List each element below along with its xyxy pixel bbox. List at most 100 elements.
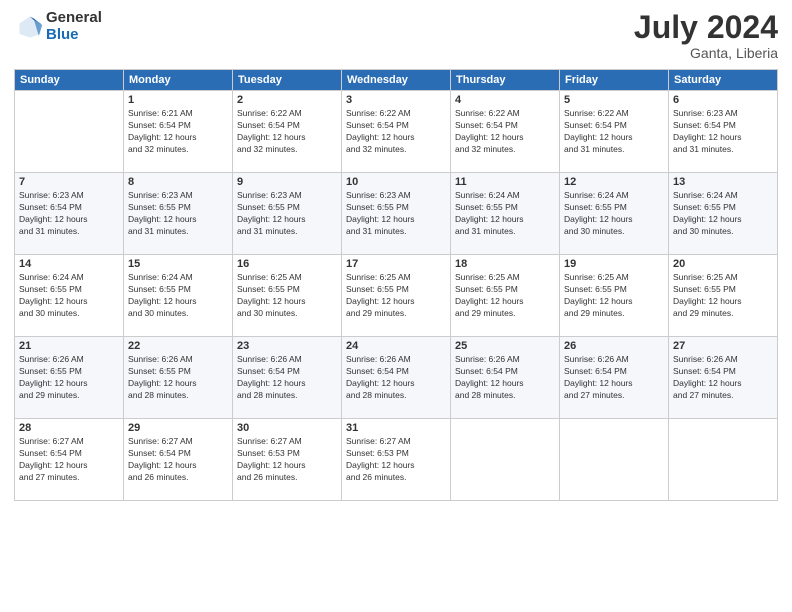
day-number: 28: [19, 422, 119, 434]
day-info: Sunrise: 6:25 AM Sunset: 6:55 PM Dayligh…: [564, 272, 664, 320]
calendar-cell: 15 Sunrise: 6:24 AM Sunset: 6:55 PM Dayli…: [124, 255, 233, 337]
day-info: Sunrise: 6:23 AM Sunset: 6:55 PM Dayligh…: [346, 190, 446, 238]
calendar-cell: 30Sunrise: 6:27 AM Sunset: 6:53 PM Dayli…: [233, 419, 342, 501]
location: Ganta, Liberia: [634, 45, 778, 61]
day-info: Sunrise: 6:24 AM Sunset: 6:55 PM Dayligh…: [19, 272, 119, 320]
col-header-tuesday: Tuesday: [233, 70, 342, 91]
calendar-cell: 23 Sunrise: 6:26 AM Sunset: 6:54 PM Dayli…: [233, 337, 342, 419]
calendar-cell: [560, 419, 669, 501]
day-number: 16: [237, 258, 337, 270]
day-number: 12: [564, 176, 664, 188]
logo: General Blue: [14, 10, 102, 43]
day-number: 14: [19, 258, 119, 270]
calendar-cell: 4 Sunrise: 6:22 AM Sunset: 6:54 PM Daylig…: [451, 91, 560, 173]
calendar-cell: 26 Sunrise: 6:26 AM Sunset: 6:54 PM Dayli…: [560, 337, 669, 419]
week-row-2: 14 Sunrise: 6:24 AM Sunset: 6:55 PM Dayli…: [15, 255, 778, 337]
calendar-cell: 20 Sunrise: 6:25 AM Sunset: 6:55 PM Dayli…: [669, 255, 778, 337]
day-number: 11: [455, 176, 555, 188]
day-info: Sunrise: 6:26 AM Sunset: 6:54 PM Dayligh…: [455, 354, 555, 402]
day-info: Sunrise: 6:25 AM Sunset: 6:55 PM Dayligh…: [455, 272, 555, 320]
day-info: Sunrise: 6:26 AM Sunset: 6:54 PM Dayligh…: [564, 354, 664, 402]
day-info: Sunrise: 6:21 AM Sunset: 6:54 PM Dayligh…: [128, 108, 228, 156]
calendar-cell: 2Sunrise: 6:22 AM Sunset: 6:54 PM Daylig…: [233, 91, 342, 173]
day-number: 6: [673, 94, 773, 106]
logo-general-text: General: [46, 10, 102, 27]
day-number: 9: [237, 176, 337, 188]
day-number: 25: [455, 340, 555, 352]
day-info: Sunrise: 6:26 AM Sunset: 6:55 PM Dayligh…: [19, 354, 119, 402]
day-info: Sunrise: 6:26 AM Sunset: 6:55 PM Dayligh…: [128, 354, 228, 402]
day-info: Sunrise: 6:23 AM Sunset: 6:55 PM Dayligh…: [128, 190, 228, 238]
col-header-thursday: Thursday: [451, 70, 560, 91]
week-row-3: 21 Sunrise: 6:26 AM Sunset: 6:55 PM Dayli…: [15, 337, 778, 419]
col-header-monday: Monday: [124, 70, 233, 91]
calendar-cell: 21 Sunrise: 6:26 AM Sunset: 6:55 PM Dayli…: [15, 337, 124, 419]
day-number: 19: [564, 258, 664, 270]
day-number: 5: [564, 94, 664, 106]
calendar-cell: [669, 419, 778, 501]
calendar-cell: 7 Sunrise: 6:23 AM Sunset: 6:54 PM Daylig…: [15, 173, 124, 255]
calendar-cell: 24 Sunrise: 6:26 AM Sunset: 6:54 PM Dayli…: [342, 337, 451, 419]
calendar-cell: 3Sunrise: 6:22 AM Sunset: 6:54 PM Daylig…: [342, 91, 451, 173]
day-number: 26: [564, 340, 664, 352]
day-info: Sunrise: 6:27 AM Sunset: 6:54 PM Dayligh…: [128, 436, 228, 484]
day-info: Sunrise: 6:25 AM Sunset: 6:55 PM Dayligh…: [346, 272, 446, 320]
calendar-cell: 31Sunrise: 6:27 AM Sunset: 6:53 PM Dayli…: [342, 419, 451, 501]
calendar-cell: 14 Sunrise: 6:24 AM Sunset: 6:55 PM Dayli…: [15, 255, 124, 337]
day-info: Sunrise: 6:25 AM Sunset: 6:55 PM Dayligh…: [673, 272, 773, 320]
header: General Blue July 2024 Ganta, Liberia: [14, 10, 778, 61]
day-number: 13: [673, 176, 773, 188]
day-info: Sunrise: 6:25 AM Sunset: 6:55 PM Dayligh…: [237, 272, 337, 320]
calendar-cell: 18 Sunrise: 6:25 AM Sunset: 6:55 PM Dayli…: [451, 255, 560, 337]
day-info: Sunrise: 6:27 AM Sunset: 6:53 PM Dayligh…: [346, 436, 446, 484]
calendar-cell: 22 Sunrise: 6:26 AM Sunset: 6:55 PM Dayli…: [124, 337, 233, 419]
calendar-cell: 8 Sunrise: 6:23 AM Sunset: 6:55 PM Daylig…: [124, 173, 233, 255]
calendar-cell: 10 Sunrise: 6:23 AM Sunset: 6:55 PM Dayli…: [342, 173, 451, 255]
day-number: 27: [673, 340, 773, 352]
day-info: Sunrise: 6:23 AM Sunset: 6:55 PM Dayligh…: [237, 190, 337, 238]
page: General Blue July 2024 Ganta, Liberia Su…: [0, 0, 792, 612]
month-title: July 2024: [634, 10, 778, 45]
col-header-friday: Friday: [560, 70, 669, 91]
day-number: 15: [128, 258, 228, 270]
day-info: Sunrise: 6:27 AM Sunset: 6:53 PM Dayligh…: [237, 436, 337, 484]
calendar-header-row: SundayMondayTuesdayWednesdayThursdayFrid…: [15, 70, 778, 91]
week-row-0: 1 Sunrise: 6:21 AM Sunset: 6:54 PM Daylig…: [15, 91, 778, 173]
day-number: 4: [455, 94, 555, 106]
calendar-cell: 17 Sunrise: 6:25 AM Sunset: 6:55 PM Dayli…: [342, 255, 451, 337]
calendar-cell: 13 Sunrise: 6:24 AM Sunset: 6:55 PM Dayli…: [669, 173, 778, 255]
day-number: 7: [19, 176, 119, 188]
week-row-4: 28 Sunrise: 6:27 AM Sunset: 6:54 PM Dayli…: [15, 419, 778, 501]
day-number: 29: [128, 422, 228, 434]
col-header-sunday: Sunday: [15, 70, 124, 91]
day-number: 1: [128, 94, 228, 106]
logo-text: General Blue: [46, 10, 102, 43]
day-number: 8: [128, 176, 228, 188]
calendar-cell: 5Sunrise: 6:22 AM Sunset: 6:54 PM Daylig…: [560, 91, 669, 173]
day-info: Sunrise: 6:26 AM Sunset: 6:54 PM Dayligh…: [237, 354, 337, 402]
day-info: Sunrise: 6:24 AM Sunset: 6:55 PM Dayligh…: [128, 272, 228, 320]
day-number: 17: [346, 258, 446, 270]
day-number: 24: [346, 340, 446, 352]
day-info: Sunrise: 6:26 AM Sunset: 6:54 PM Dayligh…: [346, 354, 446, 402]
day-info: Sunrise: 6:23 AM Sunset: 6:54 PM Dayligh…: [673, 108, 773, 156]
logo-blue-text: Blue: [46, 27, 102, 44]
calendar-cell: 25 Sunrise: 6:26 AM Sunset: 6:54 PM Dayli…: [451, 337, 560, 419]
day-info: Sunrise: 6:26 AM Sunset: 6:54 PM Dayligh…: [673, 354, 773, 402]
col-header-wednesday: Wednesday: [342, 70, 451, 91]
calendar-cell: 16 Sunrise: 6:25 AM Sunset: 6:55 PM Dayli…: [233, 255, 342, 337]
calendar-cell: 27 Sunrise: 6:26 AM Sunset: 6:54 PM Dayli…: [669, 337, 778, 419]
day-number: 10: [346, 176, 446, 188]
day-number: 23: [237, 340, 337, 352]
day-info: Sunrise: 6:24 AM Sunset: 6:55 PM Dayligh…: [673, 190, 773, 238]
day-number: 20: [673, 258, 773, 270]
day-number: 22: [128, 340, 228, 352]
day-info: Sunrise: 6:22 AM Sunset: 6:54 PM Dayligh…: [455, 108, 555, 156]
day-info: Sunrise: 6:23 AM Sunset: 6:54 PM Dayligh…: [19, 190, 119, 238]
day-number: 3: [346, 94, 446, 106]
calendar-cell: 28Sunrise: 6:27 AM Sunset: 6:54 PM Dayli…: [15, 419, 124, 501]
day-number: 21: [19, 340, 119, 352]
calendar-cell: 19 Sunrise: 6:25 AM Sunset: 6:55 PM Dayli…: [560, 255, 669, 337]
day-info: Sunrise: 6:24 AM Sunset: 6:55 PM Dayligh…: [564, 190, 664, 238]
day-number: 18: [455, 258, 555, 270]
